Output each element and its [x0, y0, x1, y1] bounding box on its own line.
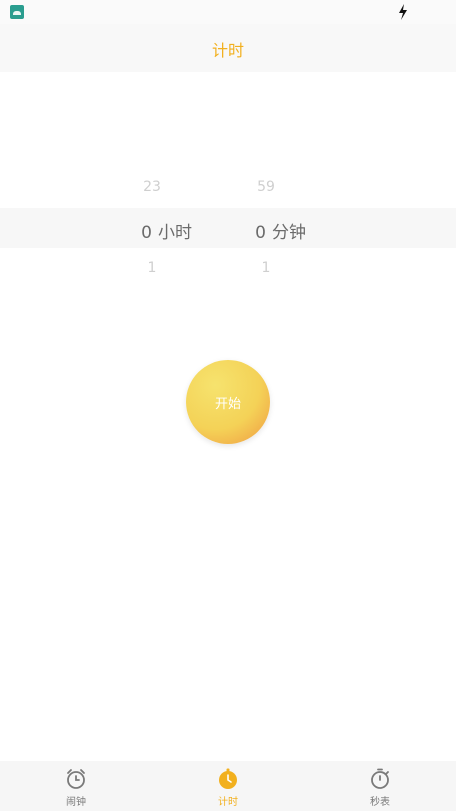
- page-title: 计时: [211, 41, 244, 60]
- title-bar: 计时: [0, 24, 456, 72]
- timer-icon: [219, 768, 237, 789]
- nav-label-timer: 计时: [218, 797, 238, 808]
- hours-prev-value[interactable]: 23: [112, 179, 192, 195]
- start-button-label: 开始: [214, 396, 241, 412]
- stopwatch-icon: [371, 768, 389, 789]
- nav-label-stopwatch: 秒表: [370, 797, 390, 808]
- hours-selected[interactable]: 0 小时: [112, 218, 232, 243]
- hours-next-value[interactable]: 1: [112, 260, 192, 276]
- minutes-prev-value[interactable]: 59: [226, 179, 306, 195]
- bottom-navigation: 闹钟 计时 秒表: [0, 761, 456, 811]
- start-button[interactable]: 开始: [186, 360, 270, 444]
- nav-tab-stopwatch[interactable]: 秒表: [340, 761, 420, 811]
- hours-picker[interactable]: 23 0 小时 1: [112, 170, 232, 290]
- minutes-picker[interactable]: 59 0 分钟 1: [226, 170, 346, 290]
- minutes-selected[interactable]: 0 分钟: [226, 218, 346, 243]
- charging-bolt-icon: [399, 4, 407, 20]
- timer-screen: 计时 23 0 小时 1 59 0 分钟 1 开始 闹钟 计时 秒表: [0, 0, 456, 811]
- status-bar: [0, 0, 456, 24]
- minutes-next-value[interactable]: 1: [226, 260, 306, 276]
- minutes-unit-label: 分钟: [272, 223, 306, 243]
- nav-tab-alarm[interactable]: 闹钟: [36, 761, 116, 811]
- android-app-icon: [10, 5, 24, 19]
- hours-selected-value: 0: [141, 223, 152, 243]
- minutes-selected-value: 0: [255, 223, 266, 243]
- alarm-clock-icon: [67, 769, 85, 789]
- nav-tab-timer[interactable]: 计时: [188, 761, 268, 811]
- hours-unit-label: 小时: [158, 223, 192, 243]
- nav-label-alarm: 闹钟: [66, 797, 86, 808]
